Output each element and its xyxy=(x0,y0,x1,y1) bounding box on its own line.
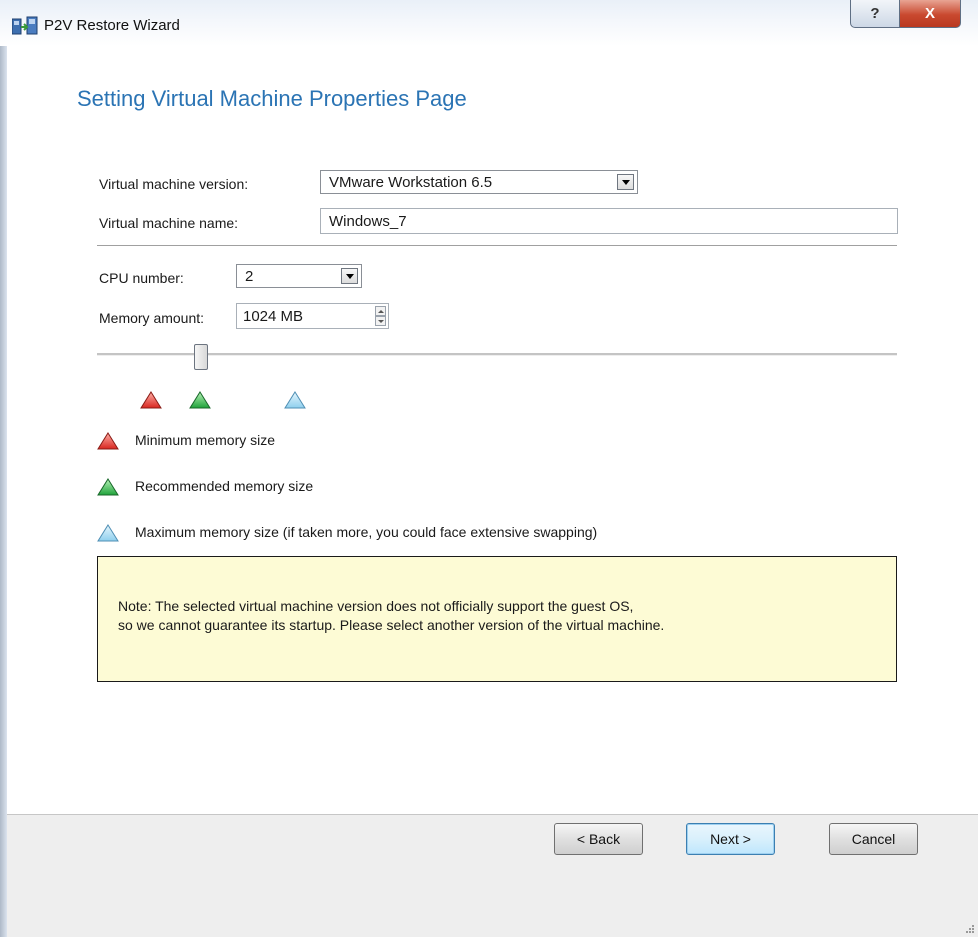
warning-note-box: Note: The selected virtual machine versi… xyxy=(97,556,897,682)
memory-label: Memory amount: xyxy=(99,310,205,326)
chevron-down-icon[interactable] xyxy=(617,174,634,190)
title-bar: P2V Restore Wizard ? X xyxy=(0,0,978,46)
memory-spinbox[interactable]: 1024 MB xyxy=(236,303,389,329)
warning-note-text: Note: The selected virtual machine versi… xyxy=(118,598,665,633)
wizard-content: Setting Virtual Machine Properties Page … xyxy=(7,46,978,814)
close-button[interactable]: X xyxy=(899,0,961,28)
memory-slider-track[interactable] xyxy=(97,353,897,356)
close-icon: X xyxy=(924,5,935,22)
back-button[interactable]: < Back xyxy=(554,823,643,855)
min-legend-label: Minimum memory size xyxy=(135,432,276,448)
max-legend-icon xyxy=(97,524,119,542)
vm-name-value: Windows_7 xyxy=(329,213,407,230)
spin-down-icon[interactable] xyxy=(375,316,386,326)
cancel-button[interactable]: Cancel xyxy=(829,823,918,855)
memory-slider-thumb[interactable] xyxy=(194,344,208,370)
cpu-dropdown[interactable]: 2 xyxy=(236,264,362,288)
wizard-window: P2V Restore Wizard ? X Setting Virtual M… xyxy=(0,0,978,937)
next-button[interactable]: Next > xyxy=(686,823,775,855)
help-button[interactable]: ? xyxy=(850,0,900,28)
page-title: Setting Virtual Machine Properties Page xyxy=(77,86,467,111)
max-marker-icon xyxy=(284,391,306,409)
min-marker-icon xyxy=(140,391,162,409)
cpu-label: CPU number: xyxy=(99,270,184,286)
app-icon xyxy=(12,16,38,35)
rec-legend-icon xyxy=(97,478,119,496)
memory-value: 1024 MB xyxy=(243,308,304,325)
chevron-down-icon[interactable] xyxy=(341,268,358,284)
resize-grip-icon[interactable] xyxy=(963,922,975,934)
rec-legend-label: Recommended memory size xyxy=(135,478,314,494)
vm-name-label: Virtual machine name: xyxy=(99,215,239,231)
rec-marker-icon xyxy=(189,391,211,409)
window-title: P2V Restore Wizard xyxy=(44,17,180,34)
max-legend-label: Maximum memory size (if taken more, you … xyxy=(135,524,598,540)
vm-name-input[interactable]: Windows_7 xyxy=(320,208,898,234)
vm-version-label: Virtual machine version: xyxy=(99,176,249,192)
spin-up-icon[interactable] xyxy=(375,306,386,316)
min-legend-icon xyxy=(97,432,119,450)
help-icon: ? xyxy=(870,5,880,22)
divider xyxy=(97,245,897,246)
vm-version-value: VMware Workstation 6.5 xyxy=(329,174,493,191)
cpu-value: 2 xyxy=(245,268,254,285)
vm-version-dropdown[interactable]: VMware Workstation 6.5 xyxy=(320,170,638,194)
